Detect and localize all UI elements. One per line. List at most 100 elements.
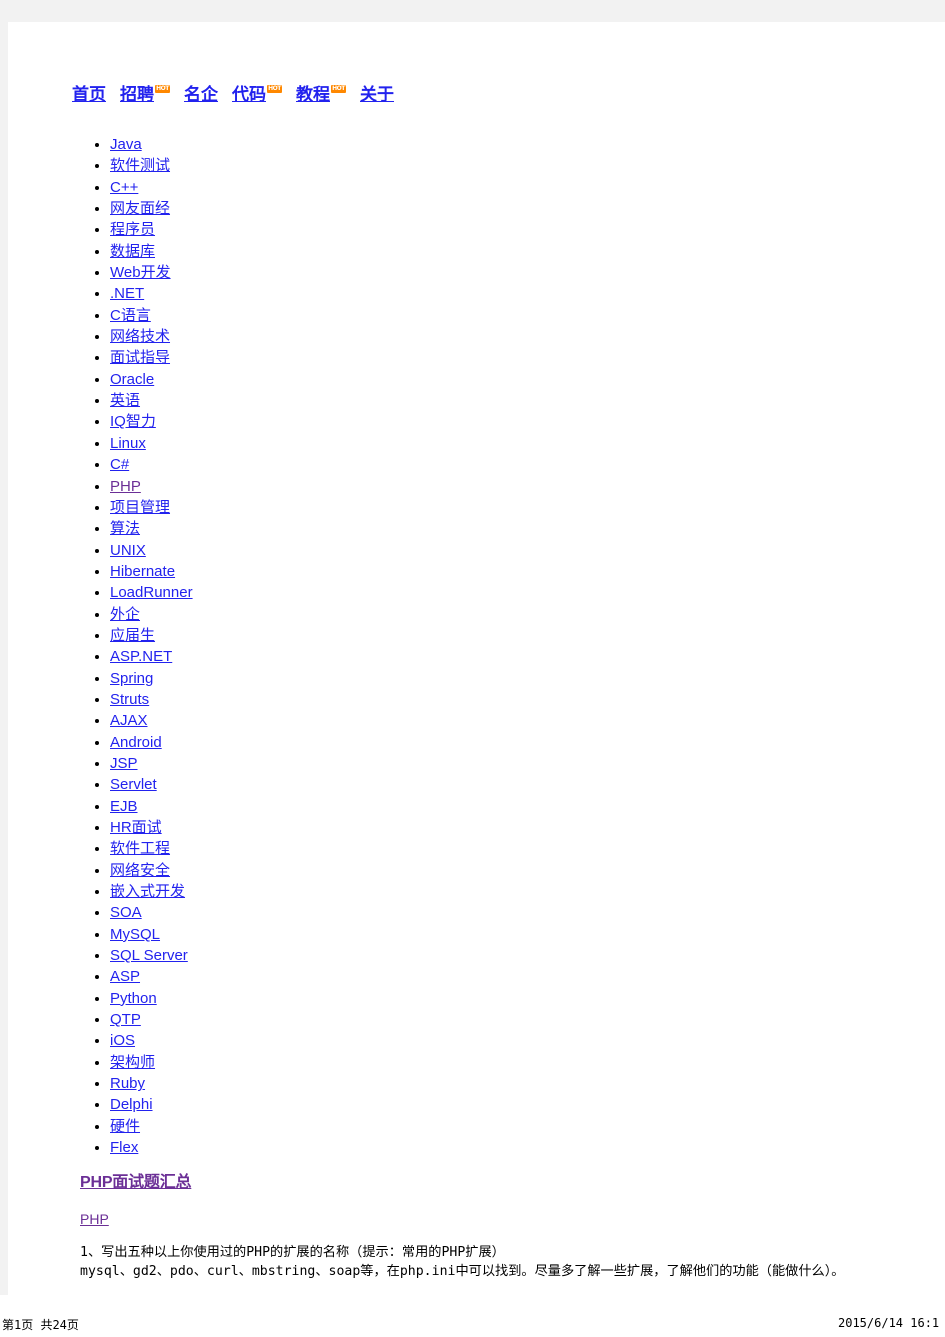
list-item: MySQL [110, 924, 193, 945]
category-link[interactable]: HR面试 [110, 819, 162, 836]
category-link[interactable]: Flex [110, 1139, 138, 1156]
category-link[interactable]: 网络安全 [110, 862, 170, 879]
list-item: Hibernate [110, 561, 193, 582]
hot-badge-icon: HOT [155, 85, 170, 94]
list-item: Oracle [110, 369, 193, 390]
list-item: AJAX [110, 710, 193, 731]
category-link[interactable]: C++ [110, 179, 138, 196]
nav-link-label: 关于 [360, 85, 394, 104]
list-item: ASP [110, 966, 193, 987]
printed-page-sheet: 首页招聘HOT名企代码HOT教程HOT关于 Java软件测试C++网友面经程序员… [8, 22, 945, 1295]
list-item: 项目管理 [110, 497, 193, 518]
category-link[interactable]: Linux [110, 435, 146, 452]
nav-link-label: 首页 [72, 85, 106, 104]
list-item: 英语 [110, 390, 193, 411]
list-item: LoadRunner [110, 582, 193, 603]
category-link[interactable]: IQ智力 [110, 413, 156, 430]
list-item: 外企 [110, 604, 193, 625]
category-link[interactable]: 软件工程 [110, 840, 170, 857]
category-link[interactable]: ASP.NET [110, 648, 172, 665]
list-item: 算法 [110, 518, 193, 539]
category-link[interactable]: Hibernate [110, 563, 175, 580]
footer-page-number: 第1页 共24页 [2, 1318, 79, 1332]
category-link[interactable]: 项目管理 [110, 499, 170, 516]
list-item: QTP [110, 1009, 193, 1030]
list-item: Servlet [110, 774, 193, 795]
list-item: 应届生 [110, 625, 193, 646]
nav-link-6[interactable]: 关于 [360, 84, 394, 106]
list-item: 面试指导 [110, 347, 193, 368]
category-link[interactable]: Android [110, 734, 162, 751]
category-link[interactable]: 面试指导 [110, 349, 170, 366]
article-title-link[interactable]: PHP面试题汇总 [80, 1168, 192, 1192]
list-item: JSP [110, 753, 193, 774]
category-link[interactable]: JSP [110, 755, 138, 772]
list-item: C语言 [110, 305, 193, 326]
category-link[interactable]: 架构师 [110, 1054, 155, 1071]
nav-link-5[interactable]: 教程 HOT [296, 84, 346, 106]
list-item: Ruby [110, 1073, 193, 1094]
category-link[interactable]: iOS [110, 1032, 135, 1049]
list-item: 网友面经 [110, 198, 193, 219]
category-link[interactable]: Ruby [110, 1075, 145, 1092]
category-link[interactable]: Python [110, 990, 157, 1007]
category-link[interactable]: AJAX [110, 712, 148, 729]
list-item: Android [110, 732, 193, 753]
category-link[interactable]: Java [110, 136, 142, 153]
list-item: IQ智力 [110, 411, 193, 432]
category-link[interactable]: MySQL [110, 926, 160, 943]
list-item: Python [110, 988, 193, 1009]
list-item: iOS [110, 1030, 193, 1051]
category-link[interactable]: Delphi [110, 1096, 153, 1113]
list-item: SOA [110, 902, 193, 923]
category-link[interactable]: Struts [110, 691, 149, 708]
category-link[interactable]: 网友面经 [110, 200, 170, 217]
category-link[interactable]: C语言 [110, 307, 151, 324]
nav-link-2[interactable]: 招聘 HOT [120, 84, 170, 106]
category-link[interactable]: 外企 [110, 606, 140, 623]
category-link[interactable]: SQL Server [110, 947, 188, 964]
category-link[interactable]: 程序员 [110, 221, 155, 238]
category-link[interactable]: 应届生 [110, 627, 155, 644]
category-link[interactable]: Oracle [110, 371, 154, 388]
list-item: Struts [110, 689, 193, 710]
category-link[interactable]: LoadRunner [110, 584, 193, 601]
category-link[interactable]: Servlet [110, 776, 157, 793]
list-item: Linux [110, 433, 193, 454]
footer-band [0, 1295, 945, 1337]
nav-link-3[interactable]: 名企 [184, 84, 218, 106]
list-item: 软件测试 [110, 155, 193, 176]
list-item: C++ [110, 177, 193, 198]
footer-timestamp: 2015/6/14 16:1 [838, 1316, 940, 1330]
category-link[interactable]: 硬件 [110, 1118, 140, 1135]
list-item: UNIX [110, 540, 193, 561]
category-link[interactable]: 算法 [110, 520, 140, 537]
list-item: EJB [110, 796, 193, 817]
list-item: Web开发 [110, 262, 193, 283]
article-category-tag-link[interactable]: PHP [80, 1211, 109, 1227]
category-link[interactable]: 数据库 [110, 243, 155, 260]
list-item: ASP.NET [110, 646, 193, 667]
category-link[interactable]: Spring [110, 670, 153, 687]
nav-link-label: 代码 [232, 85, 266, 104]
list-item: PHP [110, 476, 193, 497]
category-link[interactable]: 嵌入式开发 [110, 883, 185, 900]
nav-link-label: 名企 [184, 85, 218, 104]
category-link[interactable]: 软件测试 [110, 157, 170, 174]
category-link[interactable]: UNIX [110, 542, 146, 559]
category-link[interactable]: EJB [110, 798, 138, 815]
nav-link-1[interactable]: 首页 [72, 84, 106, 106]
category-link[interactable]: C# [110, 456, 129, 473]
category-link[interactable]: SOA [110, 904, 142, 921]
category-link[interactable]: .NET [110, 285, 144, 302]
category-link[interactable]: QTP [110, 1011, 141, 1028]
list-item: Java [110, 134, 193, 155]
category-link[interactable]: ASP [110, 968, 140, 985]
category-link[interactable]: PHP [110, 478, 141, 495]
list-item: 嵌入式开发 [110, 881, 193, 902]
nav-link-4[interactable]: 代码 HOT [232, 84, 282, 106]
category-link[interactable]: 英语 [110, 392, 140, 409]
hot-badge-icon: HOT [331, 85, 346, 94]
category-link[interactable]: 网络技术 [110, 328, 170, 345]
category-link[interactable]: Web开发 [110, 264, 171, 281]
